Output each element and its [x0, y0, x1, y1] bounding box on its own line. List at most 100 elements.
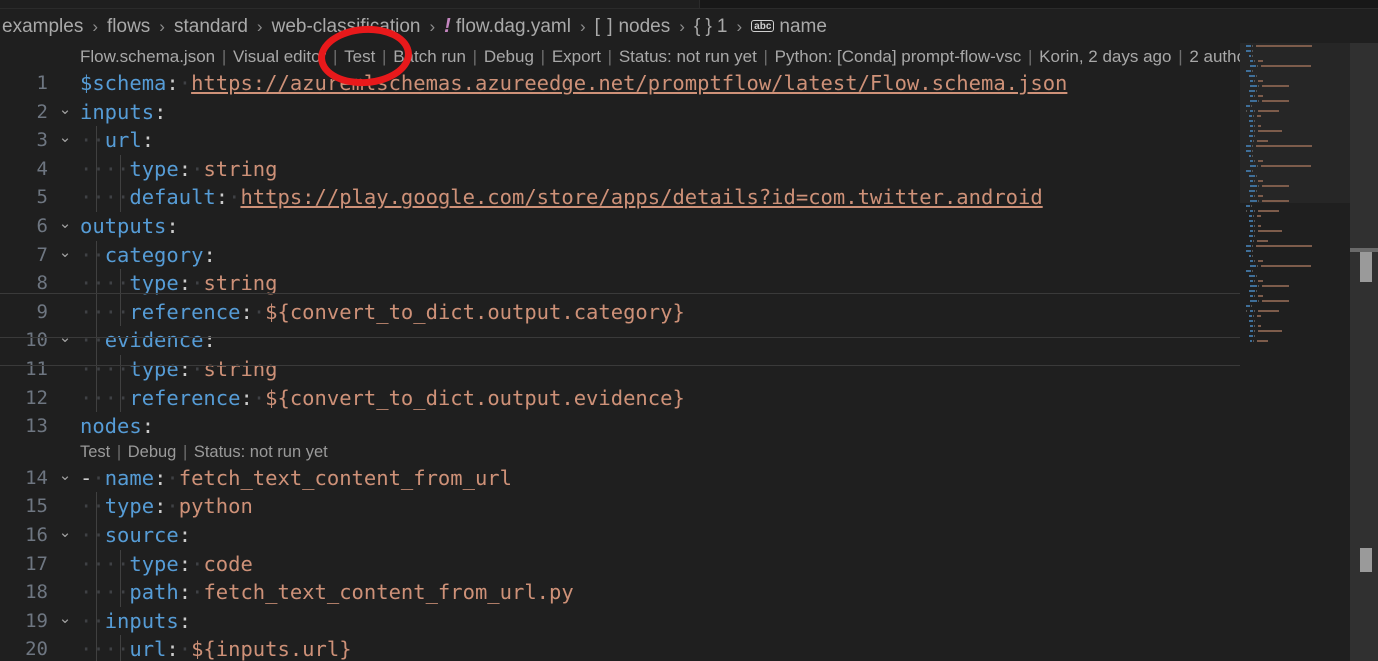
code-line[interactable]: 6 ⌄ outputs: [0, 212, 1378, 241]
minimap-line [1254, 280, 1256, 282]
minimap-line [1256, 115, 1262, 117]
node-codelens-action-test[interactable]: Test [80, 443, 110, 461]
chevron-down-icon[interactable]: ⌄ [56, 126, 74, 148]
breadcrumb-item-standard[interactable]: standard [172, 17, 250, 36]
line-number[interactable]: 2 [0, 98, 48, 127]
code-line[interactable]: 19 ⌄ ··inputs: [0, 606, 1378, 636]
code-editor[interactable]: Flow.schema.json | Visual editor | Test … [0, 43, 1378, 661]
line-number[interactable]: 9 [0, 298, 48, 327]
code-line[interactable]: 2 ⌄ inputs: [0, 98, 1378, 127]
active-editor-tab[interactable] [0, 0, 700, 8]
line-number[interactable]: 16 [0, 521, 48, 550]
codelens-action-visual-editor[interactable]: Visual editor [233, 47, 326, 66]
codelens-action-2-autho[interactable]: 2 autho [1189, 47, 1246, 66]
line-number[interactable]: 5 [0, 183, 48, 212]
breadcrumb-separator: › [736, 16, 743, 36]
token-ws: · [252, 385, 266, 410]
minimap-line [1250, 325, 1254, 327]
breadcrumb-item-1[interactable]: { } 1 [692, 17, 730, 36]
breadcrumb-item-examples[interactable]: examples [0, 17, 85, 36]
minimap-line [1254, 310, 1256, 312]
code-line[interactable]: 5 ····default:·https://play.google.com/st… [0, 183, 1378, 212]
breadcrumb-item-name[interactable]: abc name [749, 17, 829, 36]
codelens-action-python-conda-prompt-flow-vsc[interactable]: Python: [Conda] prompt-flow-vsc [775, 47, 1022, 66]
minimap-line [1258, 295, 1263, 297]
code-line[interactable]: 1 $schema:·https://azuremlschemas.azureed… [0, 69, 1378, 98]
minimap-line [1248, 315, 1252, 317]
code-line[interactable]: 13 nodes: [0, 412, 1378, 441]
line-number[interactable]: 3 [0, 126, 48, 155]
minimap-line [1254, 130, 1256, 132]
minimap[interactable] [1240, 43, 1350, 661]
string-symbol-icon: abc [751, 20, 775, 32]
minimap-line [1250, 210, 1254, 212]
minimap-line [1254, 120, 1256, 122]
minimap-line [1262, 185, 1289, 187]
line-number[interactable]: 20 [0, 635, 48, 661]
token-lnk[interactable]: https://azuremlschemas.azureedge.net/pro… [191, 71, 1067, 95]
minimap-line [1248, 220, 1254, 222]
codelens-action-export[interactable]: Export [552, 47, 601, 66]
line-number[interactable]: 18 [0, 578, 48, 607]
code-line[interactable]: 7 ⌄ ··category: [0, 240, 1378, 270]
line-number[interactable]: 4 [0, 155, 48, 184]
codelens-separator: | [377, 47, 392, 66]
chevron-down-icon[interactable]: ⌄ [56, 464, 74, 486]
overview-ruler-mark[interactable] [1360, 548, 1372, 572]
minimap-line [1250, 310, 1254, 312]
code-text: -·name:·fetch_text_content_from_url [80, 464, 512, 493]
minimap-slider[interactable] [1240, 43, 1350, 203]
codelens-action-debug[interactable]: Debug [484, 47, 534, 66]
line-number[interactable]: 19 [0, 607, 48, 636]
breadcrumb-item-flows[interactable]: flows [105, 17, 152, 36]
codelens-separator: | [178, 442, 192, 461]
chevron-down-icon[interactable]: ⌄ [56, 521, 74, 543]
minimap-line [1250, 340, 1253, 342]
codelens-action-flow-schema-json[interactable]: Flow.schema.json [80, 47, 215, 66]
line-number[interactable]: 15 [0, 492, 48, 521]
codelens-action-test[interactable]: Test [344, 47, 375, 66]
line-number[interactable]: 6 [0, 212, 48, 241]
minimap-line [1250, 160, 1254, 162]
line-number[interactable]: 17 [0, 550, 48, 579]
node-codelens-action-debug[interactable]: Debug [128, 443, 177, 461]
chevron-down-icon[interactable]: ⌄ [56, 212, 74, 234]
line-number[interactable]: 13 [0, 412, 48, 441]
line-number[interactable]: 12 [0, 384, 48, 413]
line-number[interactable]: 10 [0, 326, 48, 355]
vertical-scrollbar[interactable] [1350, 43, 1378, 661]
code-line[interactable]: 11 ····type:·string [0, 354, 1378, 384]
minimap-line [1246, 250, 1251, 252]
chevron-down-icon[interactable]: ⌄ [56, 241, 74, 263]
chevron-down-icon[interactable]: ⌄ [56, 98, 74, 120]
code-line[interactable]: 20 ····url:·${inputs.url} [0, 635, 1378, 661]
line-number[interactable]: 1 [0, 69, 48, 98]
token-k: type [129, 356, 179, 381]
code-line[interactable]: 3 ⌄ ··url: [0, 126, 1378, 155]
code-line[interactable]: 9 ····reference:·${convert_to_dict.output… [0, 297, 1378, 327]
codelens-action-korin-2-days-ago[interactable]: Korin, 2 days ago [1039, 47, 1171, 66]
scrollbar-slider[interactable] [1360, 252, 1372, 282]
minimap-line [1254, 335, 1256, 337]
codelens-action-status-not-run-yet[interactable]: Status: not run yet [619, 47, 757, 66]
line-number[interactable]: 11 [0, 355, 48, 384]
breadcrumb-item-web-classification[interactable]: web-classification [270, 17, 423, 36]
code-line[interactable]: 4 ····type:·string [0, 154, 1378, 184]
code-line[interactable]: 14 ⌄ -·name:·fetch_text_content_from_url [0, 464, 1378, 493]
code-line[interactable]: 15 ··type:·python [0, 492, 1378, 521]
line-number[interactable]: 14 [0, 464, 48, 493]
breadcrumb-item-flow-dag-yaml[interactable]: ! flow.dag.yaml [442, 16, 573, 36]
line-number[interactable]: 7 [0, 241, 48, 270]
breadcrumb-item-label: 1 [716, 15, 728, 37]
code-line[interactable]: 12 ····reference:·${convert_to_dict.outpu… [0, 383, 1378, 413]
minimap-line [1252, 170, 1254, 172]
codelens-action-batch-run[interactable]: Batch run [393, 47, 466, 66]
code-line[interactable]: 18 ····path:·fetch_text_content_from_url.… [0, 578, 1378, 607]
chevron-down-icon[interactable]: ⌄ [56, 607, 74, 629]
token-lnk[interactable]: https://play.google.com/store/apps/detai… [240, 185, 1042, 209]
node-codelens-action-status-not-run-yet[interactable]: Status: not run yet [194, 443, 328, 461]
code-line[interactable]: 10 ⌄ ··evidence: [0, 326, 1378, 355]
code-line[interactable]: 16 ⌄ ··source: [0, 520, 1378, 550]
code-line[interactable]: 17 ····type:·code [0, 549, 1378, 579]
breadcrumb-item-nodes[interactable]: [ ] nodes [593, 17, 673, 36]
